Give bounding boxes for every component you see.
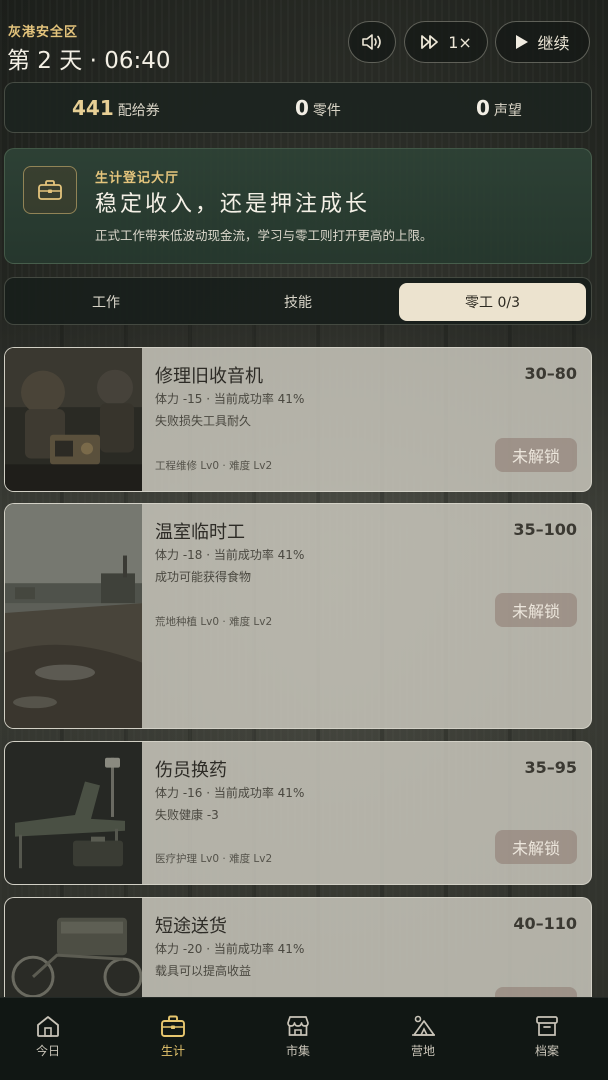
job-stats: 体力 -20 · 当前成功率 41% — [155, 942, 305, 956]
category-tabs: 工作 技能 零工 0/3 — [4, 277, 592, 325]
day-time: 第 2 天 · 06:40 — [7, 48, 171, 74]
tab-work[interactable]: 工作 — [13, 283, 199, 321]
speed-label: 1× — [448, 32, 472, 52]
job-reward-range: 40–110 — [513, 914, 577, 933]
resource-value: 441 — [72, 96, 114, 120]
fast-forward-icon — [421, 35, 439, 49]
archive-icon — [536, 1016, 558, 1036]
job-meta: 荒地种植 Lv0 · 难度 Lv2 — [155, 616, 273, 628]
speaker-icon — [362, 34, 381, 50]
job-title: 修理旧收音机 — [155, 366, 263, 387]
nav-item-today[interactable]: 今日 — [0, 1014, 98, 1059]
job-stats: 体力 -16 · 当前成功率 41% — [155, 786, 305, 800]
nav-label: 市集 — [285, 1044, 310, 1058]
job-note: 失败健康 -3 — [155, 808, 219, 822]
hall-icon-box — [23, 166, 77, 214]
job-image-radio-repair — [5, 348, 142, 491]
continue-button[interactable]: 继续 — [495, 21, 590, 63]
job-image-greenhouse — [5, 504, 142, 728]
nav-label: 生计 — [160, 1044, 185, 1058]
hall-subtitle: 生计登记大厅 — [95, 171, 180, 186]
job-title: 温室临时工 — [155, 522, 245, 543]
nav-item-archive[interactable]: 档案 — [497, 1014, 597, 1059]
resource-ration-coupons: 441 配给券 — [72, 96, 160, 120]
home-icon — [37, 1016, 59, 1037]
job-note: 载具可以提高收益 — [155, 964, 252, 978]
top-bar: 灰港安全区 第 2 天 · 06:40 1× 继续 — [0, 0, 608, 78]
speed-button[interactable]: 1× — [404, 21, 488, 63]
job-meta: 医疗护理 Lv0 · 难度 Lv2 — [155, 853, 273, 865]
nav-item-market[interactable]: 市集 — [248, 1014, 348, 1059]
job-reward-range: 35–95 — [524, 758, 577, 777]
nav-label: 今日 — [35, 1044, 60, 1058]
job-stats: 体力 -18 · 当前成功率 41% — [155, 548, 305, 562]
job-meta: 工程维修 Lv0 · 难度 Lv2 — [155, 460, 273, 472]
nav-label: 营地 — [410, 1044, 435, 1058]
nav-item-camp[interactable]: 营地 — [373, 1014, 473, 1059]
job-body: 温室临时工 35–100 体力 -18 · 当前成功率 41% 成功可能获得食物… — [142, 504, 591, 728]
job-card-wound-dressing[interactable]: 伤员换药 35–95 体力 -16 · 当前成功率 41% 失败健康 -3 医疗… — [4, 741, 592, 885]
resource-value: 0 — [476, 96, 490, 120]
hall-description: 正式工作带来低波动现金流，学习与零工则打开更高的上限。 — [95, 228, 433, 243]
nav-item-livelihood[interactable]: 生计 — [123, 1014, 223, 1059]
tab-odd-jobs[interactable]: 零工 0/3 — [399, 283, 586, 321]
resource-reputation: 0 声望 — [476, 96, 522, 120]
job-reward-range: 35–100 — [513, 520, 577, 539]
zone-name: 灰港安全区 — [8, 25, 79, 40]
locked-button[interactable]: 未解锁 — [495, 593, 577, 627]
job-image-wound-dressing — [5, 742, 142, 884]
job-reward-range: 30–80 — [524, 364, 577, 383]
job-body: 伤员换药 35–95 体力 -16 · 当前成功率 41% 失败健康 -3 医疗… — [142, 742, 591, 884]
livelihood-hall-card: 生计登记大厅 稳定收入，还是押注成长 正式工作带来低波动现金流，学习与零工则打开… — [4, 148, 592, 264]
resource-bar: 441 配给券 0 零件 0 声望 — [4, 82, 592, 133]
hall-title: 稳定收入，还是押注成长 — [95, 192, 371, 217]
job-card-radio-repair[interactable]: 修理旧收音机 30–80 体力 -15 · 当前成功率 41% 失败损失工具耐久… — [4, 347, 592, 492]
job-title: 短途送货 — [155, 916, 227, 937]
nav-label: 档案 — [534, 1044, 559, 1058]
resource-label: 声望 — [493, 103, 522, 119]
bottom-nav: 今日 生计 市集 营地 档案 — [0, 997, 608, 1080]
job-stats: 体力 -15 · 当前成功率 41% — [155, 392, 305, 406]
resource-label: 零件 — [312, 103, 341, 119]
tab-skills[interactable]: 技能 — [205, 283, 391, 321]
store-icon — [287, 1016, 309, 1036]
briefcase-icon — [161, 1015, 185, 1037]
job-card-greenhouse[interactable]: 温室临时工 35–100 体力 -18 · 当前成功率 41% 成功可能获得食物… — [4, 503, 592, 729]
resource-value: 0 — [295, 96, 309, 120]
camp-icon — [412, 1015, 435, 1036]
briefcase-icon — [38, 180, 62, 200]
play-icon — [516, 35, 529, 49]
resource-parts: 0 零件 — [295, 96, 341, 120]
job-note: 成功可能获得食物 — [155, 570, 252, 584]
locked-button[interactable]: 未解锁 — [495, 438, 577, 472]
locked-button[interactable]: 未解锁 — [495, 830, 577, 864]
continue-label: 继续 — [537, 34, 570, 53]
job-title: 伤员换药 — [155, 760, 227, 781]
sound-button[interactable] — [348, 21, 396, 63]
job-note: 失败损失工具耐久 — [155, 414, 252, 428]
job-body: 修理旧收音机 30–80 体力 -15 · 当前成功率 41% 失败损失工具耐久… — [142, 348, 591, 491]
resource-label: 配给券 — [117, 103, 160, 119]
